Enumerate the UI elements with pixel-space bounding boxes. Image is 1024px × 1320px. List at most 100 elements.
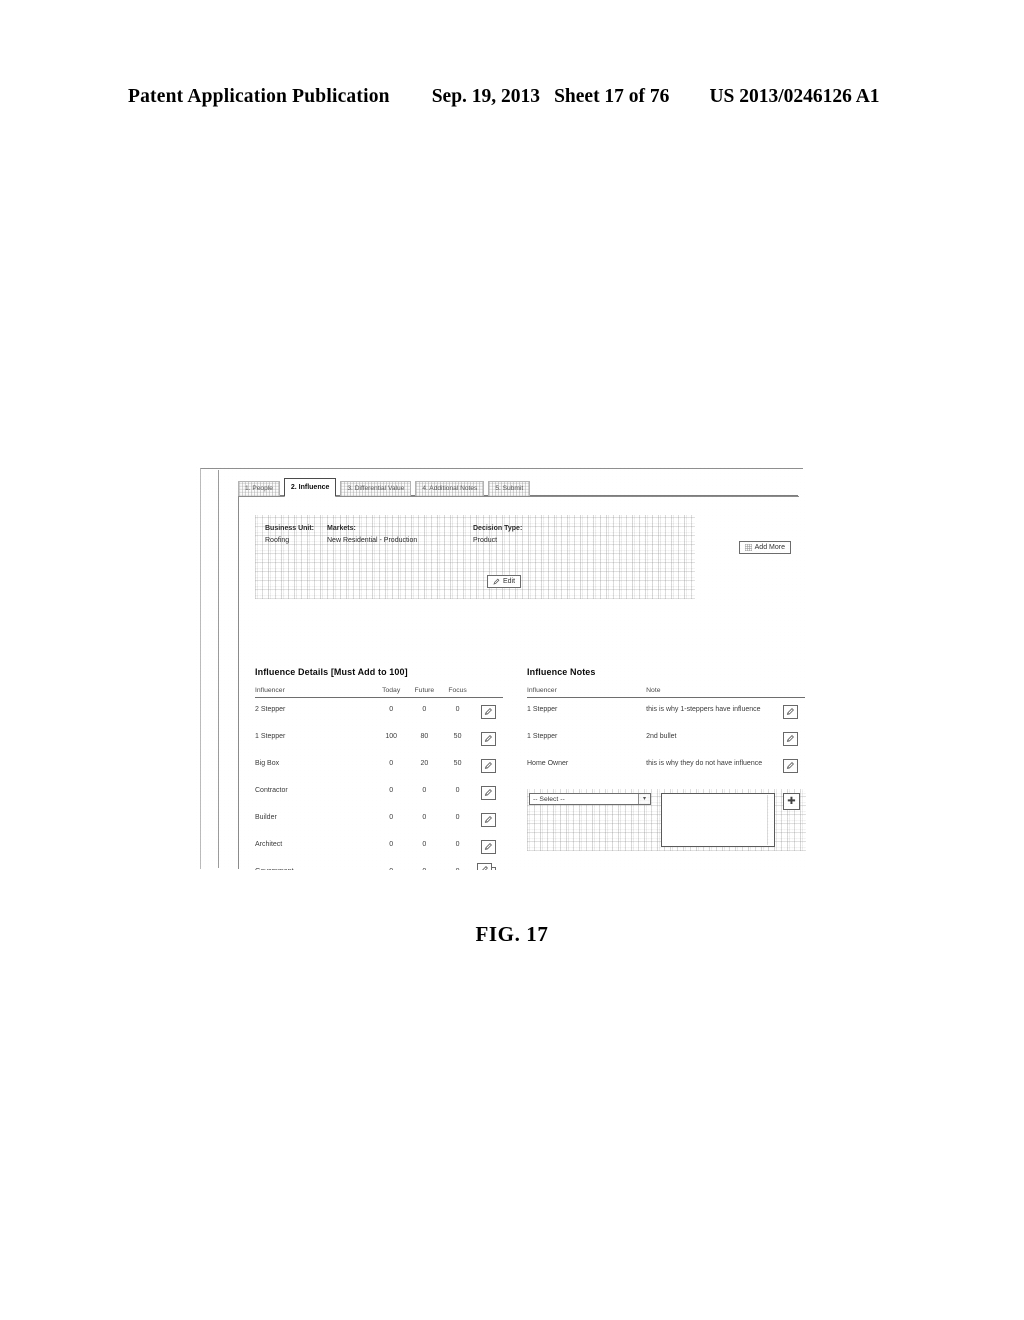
- cell-future: 80: [420, 733, 429, 740]
- cell-focus: 50: [453, 733, 462, 740]
- chevron-down-icon[interactable]: ▾: [638, 794, 650, 804]
- table-row: 2 Stepper 0 0 0: [255, 698, 503, 726]
- business-unit-label: Business Unit:: [265, 525, 315, 532]
- influence-details-body: 2 Stepper 0 0 0 1 Stepper 100 80 50 Big Box 0 20 50…: [255, 698, 503, 870]
- edit-note-button[interactable]: [783, 732, 799, 746]
- influence-details-title: Influence Details [Must Add to 100]: [255, 667, 408, 677]
- plus-icon: ✚: [787, 796, 796, 807]
- tab-label: 3. Differential Value: [347, 485, 405, 492]
- cell-focus: 0: [455, 814, 460, 821]
- column-header-actions: [474, 687, 503, 698]
- column-header-note: Note: [646, 687, 777, 698]
- markets-label: Markets:: [327, 525, 356, 532]
- cell-influencer: Big Box: [255, 760, 280, 767]
- table-row: Big Box 0 20 50: [255, 752, 503, 779]
- pencil-icon: [493, 578, 500, 585]
- cell-note-influencer: 1 Stepper: [527, 706, 558, 713]
- cell-actions: [474, 779, 503, 806]
- tab-2-influence[interactable]: 2. Influence: [283, 478, 337, 497]
- edit-context-label: Edit: [503, 578, 516, 585]
- table-row: Architect 0 0 0: [255, 833, 503, 860]
- context-panel: Business Unit: Roofing Markets: New Resi…: [255, 515, 695, 599]
- table-row-truncated: [255, 863, 503, 870]
- cell-influencer: Contractor: [255, 787, 288, 794]
- application-screenshot: Add More Business Unit: Roofing Markets:…: [196, 466, 806, 870]
- cell-note-text: this is why they do not have influence: [646, 760, 763, 767]
- pencil-icon[interactable]: [477, 863, 492, 870]
- cell-influencer: Builder: [255, 814, 277, 821]
- edit-row-button[interactable]: [481, 732, 497, 746]
- influencer-select[interactable]: -- Select -- ▾: [529, 793, 651, 805]
- cell-future: 0: [422, 706, 427, 713]
- influence-notes-table: Influencer Note 1 Stepper this is why 1-s…: [527, 687, 805, 779]
- cell-future: 20: [420, 760, 429, 767]
- patent-header: Patent Application Publication Sep. 19, …: [128, 86, 896, 112]
- cell-focus: 0: [455, 787, 460, 794]
- figure-caption: FIG. 17: [475, 922, 549, 946]
- note-textarea[interactable]: [661, 793, 775, 847]
- tab-label: 1. People: [245, 485, 273, 492]
- patent-sheet-number: Sheet 17 of 76: [554, 86, 670, 107]
- cell-actions: [474, 698, 503, 726]
- table-row: 1 Stepper 2nd bullet: [527, 725, 805, 752]
- cell-focus: 0: [455, 841, 460, 848]
- markets-value: New Residential - Production: [327, 537, 418, 544]
- cell-note-text: this is why 1-steppers have influence: [646, 706, 761, 713]
- cell-actions: [474, 725, 503, 752]
- tab-1-people[interactable]: 1. People: [238, 481, 280, 496]
- cell-note-text: 2nd bullet: [646, 733, 677, 740]
- cell-today: 0: [389, 760, 394, 767]
- table-header-row: Influencer Today Future Focus: [255, 687, 503, 698]
- edit-context-button[interactable]: Edit: [487, 575, 522, 588]
- tab-5-submit[interactable]: 5. Submit: [488, 481, 531, 496]
- cell-note-influencer: 1 Stepper: [527, 733, 558, 740]
- column-header-future: Future: [407, 687, 441, 698]
- influence-notes-title: Influence Notes: [527, 667, 596, 677]
- decision-type-value: Product: [473, 537, 498, 544]
- edit-row-button[interactable]: [481, 840, 497, 854]
- cell-today: 0: [389, 841, 394, 848]
- cell-influencer: 2 Stepper: [255, 706, 286, 713]
- table-row: 1 Stepper 100 80 50: [255, 725, 503, 752]
- edit-row-button[interactable]: [481, 705, 497, 719]
- cell-note-influencer: Home Owner: [527, 760, 569, 767]
- table-row: 1 Stepper this is why 1-steppers have inf…: [527, 698, 805, 726]
- edit-row-button[interactable]: [481, 759, 497, 773]
- patent-publication-label: Patent Application Publication: [128, 86, 390, 107]
- tab-strip: 1. People 2. Influence 3. Differential Val…: [238, 476, 798, 497]
- tab-4-additional-notes[interactable]: 4. Additional Notes: [415, 481, 485, 496]
- cell-actions: [474, 833, 503, 860]
- column-header-focus: Focus: [440, 687, 475, 698]
- add-more-button[interactable]: Add More: [738, 541, 791, 554]
- influencer-select-value: -- Select --: [533, 796, 565, 803]
- cell-today: 0: [389, 814, 394, 821]
- patent-date: Sep. 19, 2013: [431, 86, 541, 107]
- add-more-label: Add More: [754, 544, 785, 551]
- table-row: Home Owner this is why they do not have i…: [527, 752, 805, 779]
- add-note-button[interactable]: ✚: [783, 793, 800, 810]
- content-panel: Add More Business Unit: Roofing Markets:…: [238, 496, 806, 870]
- cell-today: 0: [389, 787, 394, 794]
- table-row: Builder 0 0 0: [255, 806, 503, 833]
- patent-document-number: US 2013/0246126 A1: [709, 86, 880, 107]
- textarea-scrollbar[interactable]: [767, 795, 773, 845]
- business-unit-value: Roofing: [265, 537, 290, 544]
- cell-future: 0: [422, 814, 427, 821]
- tab-label: 2. Influence: [290, 484, 330, 491]
- edit-row-button[interactable]: [481, 813, 497, 827]
- edit-row-button[interactable]: [481, 786, 497, 800]
- table-row: Contractor 0 0 0: [255, 779, 503, 806]
- influence-details-table: Influencer Today Future Focus 2 Stepper 0…: [255, 687, 503, 870]
- cell-influencer: 1 Stepper: [255, 733, 286, 740]
- table-header-row: Influencer Note: [527, 687, 805, 698]
- tab-3-differential-value[interactable]: 3. Differential Value: [340, 481, 412, 496]
- tab-label: 5. Submit: [495, 485, 524, 492]
- edit-note-button[interactable]: [783, 705, 799, 719]
- cell-actions: [474, 752, 503, 779]
- cell-actions: [474, 806, 503, 833]
- edit-note-button[interactable]: [783, 759, 799, 773]
- column-header-today: Today: [374, 687, 408, 698]
- cell-today: 100: [385, 733, 397, 740]
- influence-notes-body: 1 Stepper this is why 1-steppers have inf…: [527, 698, 805, 780]
- column-header-note-influencer: Influencer: [527, 687, 647, 698]
